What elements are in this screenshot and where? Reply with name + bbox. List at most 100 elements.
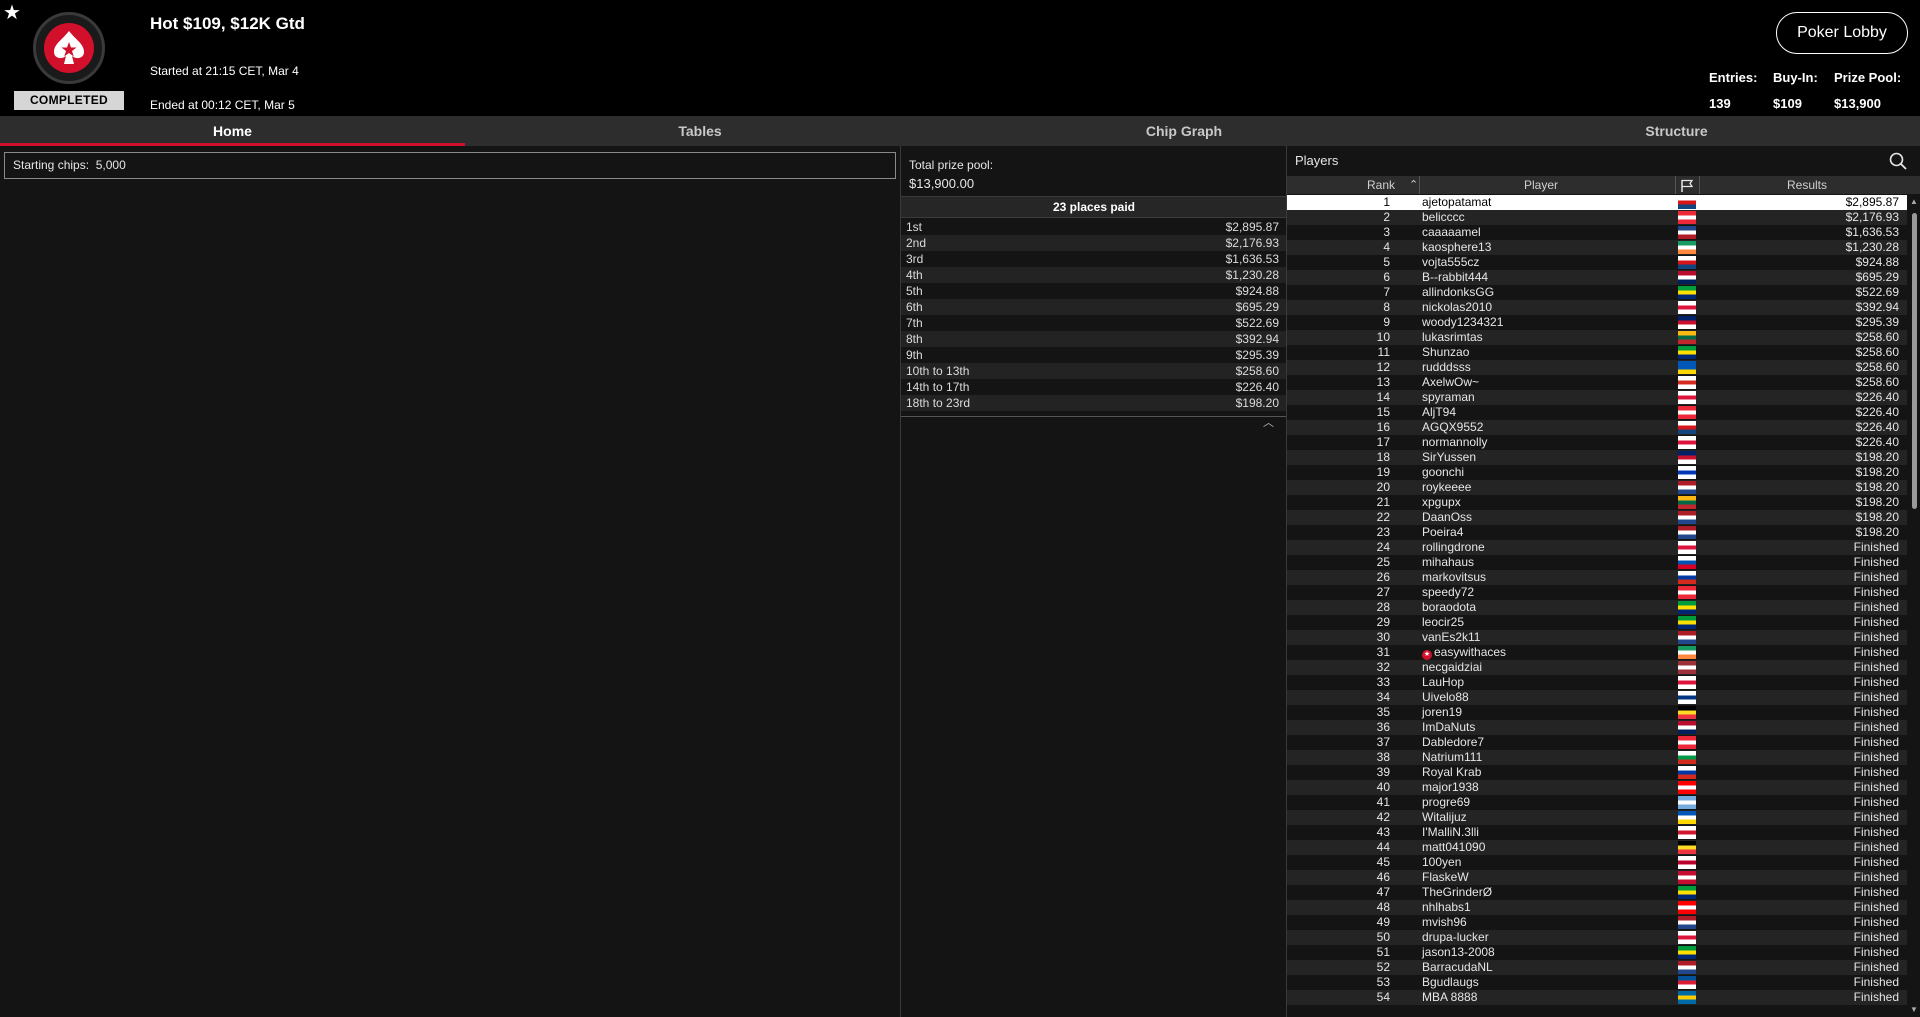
player-row[interactable]: 32 necgaidziai Finished (1287, 660, 1907, 675)
player-name: MBA 8888 (1422, 990, 1478, 1004)
player-row[interactable]: 9 woody1234321 $295.39 (1287, 315, 1907, 330)
player-row[interactable]: 13 AxelwOw~ $258.60 (1287, 375, 1907, 390)
player-row[interactable]: 23 Poeira4 $198.20 (1287, 525, 1907, 540)
player-row[interactable]: 31 ★ easywithaces Finished (1287, 645, 1907, 660)
player-name: leocir25 (1422, 615, 1465, 629)
player-row[interactable]: 20 roykeeee $198.20 (1287, 480, 1907, 495)
scrollbar-thumb[interactable] (1912, 213, 1917, 509)
player-name-cell: matt041090 (1422, 840, 1622, 855)
player-row[interactable]: 27 speedy72 Finished (1287, 585, 1907, 600)
player-row[interactable]: 25 mihahaus Finished (1287, 555, 1907, 570)
player-row[interactable]: 40 major1938 Finished (1287, 780, 1907, 795)
player-row[interactable]: 4 kaosphere13 $1,230.28 (1287, 240, 1907, 255)
player-row[interactable]: 54 MBA 8888 Finished (1287, 990, 1907, 1005)
player-row[interactable]: 41 progre69 Finished (1287, 795, 1907, 810)
spade-star-icon (54, 31, 84, 64)
player-row[interactable]: 38 Natrium111 Finished (1287, 750, 1907, 765)
player-row[interactable]: 43 I'MalliN.3lli Finished (1287, 825, 1907, 840)
player-name: Dabledore7 (1422, 735, 1485, 749)
results-column-header[interactable]: Results (1787, 176, 1827, 194)
player-row[interactable]: 7 allindonksGG $522.69 (1287, 285, 1907, 300)
player-row[interactable]: 53 Bgudlaugs Finished (1287, 975, 1907, 990)
player-row[interactable]: 18 SirYussen $198.20 (1287, 450, 1907, 465)
player-row[interactable]: 2 belicccc $2,176.93 (1287, 210, 1907, 225)
player-row[interactable]: 28 boraodota Finished (1287, 600, 1907, 615)
player-row[interactable]: 15 AljT94 $226.40 (1287, 405, 1907, 420)
tab-chip-graph[interactable]: Chip Graph (935, 116, 1433, 146)
player-row[interactable]: 19 goonchi $198.20 (1287, 465, 1907, 480)
player-result: Finished (1853, 960, 1899, 974)
player-rank: 4 (1383, 240, 1390, 254)
flag-column-icon[interactable] (1680, 179, 1694, 192)
player-row[interactable]: 47 TheGrinderØ Finished (1287, 885, 1907, 900)
player-row[interactable]: 51 jason13-2008 Finished (1287, 945, 1907, 960)
country-flag-icon (1678, 841, 1696, 854)
player-name: Bgudlaugs (1422, 975, 1479, 989)
player-name-cell: LauHop (1422, 675, 1622, 690)
player-result: Finished (1853, 810, 1899, 824)
player-name: SirYussen (1422, 450, 1477, 464)
player-row[interactable]: 8 nickolas2010 $392.94 (1287, 300, 1907, 315)
player-row[interactable]: 21 xpgupx $198.20 (1287, 495, 1907, 510)
player-row[interactable]: 3 caaaaamel $1,636.53 (1287, 225, 1907, 240)
payout-row: 5th $924.88 (901, 283, 1287, 299)
scroll-down-arrow-icon[interactable]: ▼ (1910, 1005, 1918, 1014)
player-row[interactable]: 11 Shunzao $258.60 (1287, 345, 1907, 360)
player-rank: 52 (1376, 960, 1390, 974)
player-name: lukasrimtas (1422, 330, 1483, 344)
player-row[interactable]: 36 ImDaNuts Finished (1287, 720, 1907, 735)
player-row[interactable]: 1 ajetopatamat $2,895.87 (1287, 195, 1907, 210)
tab-tables[interactable]: Tables (465, 116, 935, 146)
player-row[interactable]: 46 FlaskeW Finished (1287, 870, 1907, 885)
player-row[interactable]: 44 matt041090 Finished (1287, 840, 1907, 855)
country-flag-icon (1678, 436, 1696, 449)
player-row[interactable]: 50 drupa-lucker Finished (1287, 930, 1907, 945)
player-row[interactable]: 33 LauHop Finished (1287, 675, 1907, 690)
player-rank: 37 (1376, 735, 1390, 749)
player-result: $1,230.28 (1845, 240, 1899, 254)
player-result: Finished (1853, 675, 1899, 689)
player-row[interactable]: 52 BarracudaNL Finished (1287, 960, 1907, 975)
player-rank: 40 (1376, 780, 1390, 794)
player-rank: 54 (1376, 990, 1390, 1004)
player-row[interactable]: 17 normannolly $226.40 (1287, 435, 1907, 450)
rank-column-header[interactable]: Rank (1367, 176, 1395, 194)
player-row[interactable]: 14 spyraman $226.40 (1287, 390, 1907, 405)
player-column-header[interactable]: Player (1524, 176, 1558, 194)
tab-structure[interactable]: Structure (1433, 116, 1920, 146)
tab-home[interactable]: Home (0, 116, 465, 146)
player-row[interactable]: 29 leocir25 Finished (1287, 615, 1907, 630)
payout-amount: $522.69 (1235, 316, 1279, 330)
player-row[interactable]: 6 B--rabbit444 $695.29 (1287, 270, 1907, 285)
player-name: spyraman (1422, 390, 1475, 404)
favorite-star-icon[interactable]: ★ (3, 2, 21, 24)
player-row[interactable]: 22 DaanOss $198.20 (1287, 510, 1907, 525)
player-name-cell: rudddsss (1422, 360, 1622, 375)
player-row[interactable]: 30 vanEs2k11 Finished (1287, 630, 1907, 645)
poker-lobby-button[interactable]: Poker Lobby (1776, 12, 1908, 54)
player-row[interactable]: 10 lukasrimtas $258.60 (1287, 330, 1907, 345)
player-row[interactable]: 37 Dabledore7 Finished (1287, 735, 1907, 750)
player-row[interactable]: 49 mvish96 Finished (1287, 915, 1907, 930)
player-row[interactable]: 26 markovitsus Finished (1287, 570, 1907, 585)
player-row[interactable]: 45 100yen Finished (1287, 855, 1907, 870)
player-row[interactable]: 39 Royal Krab Finished (1287, 765, 1907, 780)
payout-row: 10th to 13th $258.60 (901, 363, 1287, 379)
player-result: Finished (1853, 735, 1899, 749)
scroll-up-arrow-icon[interactable]: ▲ (1910, 197, 1918, 206)
player-row[interactable]: 48 nhlhabs1 Finished (1287, 900, 1907, 915)
player-name: markovitsus (1422, 570, 1487, 584)
collapse-chevron-icon[interactable]: ︿ (1263, 414, 1274, 430)
sort-ascending-icon[interactable]: ⌃ (1409, 176, 1418, 194)
player-row[interactable]: 42 Witalijuz Finished (1287, 810, 1907, 825)
player-row[interactable]: 34 Uivelo88 Finished (1287, 690, 1907, 705)
player-row[interactable]: 12 rudddsss $258.60 (1287, 360, 1907, 375)
starting-chips-box: Starting chips: 5,000 (4, 152, 896, 179)
player-row[interactable]: 5 vojta555cz $924.88 (1287, 255, 1907, 270)
player-row[interactable]: 24 rollingdrone Finished (1287, 540, 1907, 555)
players-scrollbar[interactable]: ▲ ▼ (1909, 195, 1919, 1017)
search-icon[interactable] (1889, 152, 1907, 170)
player-name-cell: AxelwOw~ (1422, 375, 1622, 390)
player-row[interactable]: 16 AGQX9552 $226.40 (1287, 420, 1907, 435)
player-row[interactable]: 35 joren19 Finished (1287, 705, 1907, 720)
